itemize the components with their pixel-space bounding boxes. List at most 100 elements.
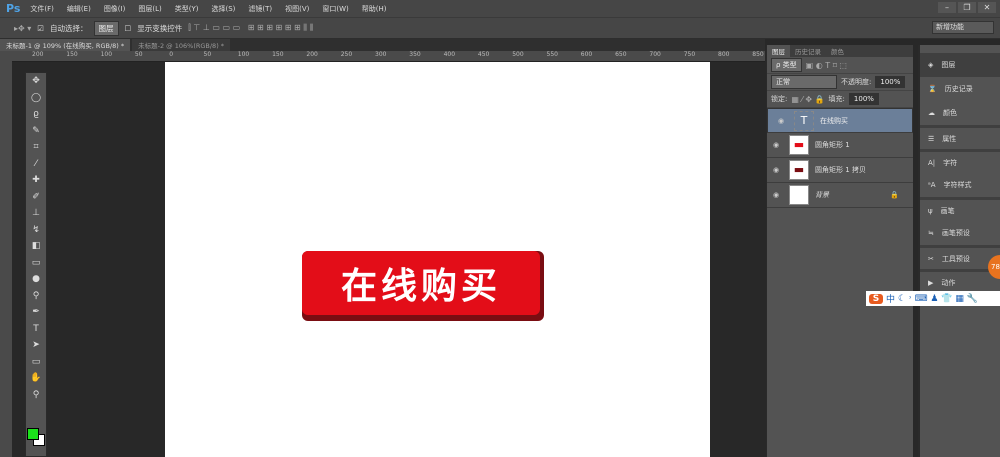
dock-character[interactable]: A| 字符 (920, 149, 1000, 173)
close-button[interactable]: ✕ (978, 2, 996, 13)
brush-tool-icon[interactable]: ✐ (26, 189, 46, 206)
layer-row[interactable]: ◉ 背景 🔒 (767, 183, 913, 208)
zoom-tool-icon[interactable]: ⚲ (26, 387, 46, 404)
auto-select-label: 自动选择： (50, 23, 88, 33)
quick-select-tool-icon[interactable]: ✎ (26, 123, 46, 140)
move-tool-icon[interactable]: ✥ (26, 73, 46, 90)
history-brush-icon[interactable]: ↯ (26, 222, 46, 239)
menu-type[interactable]: 类型(Y) (175, 4, 199, 14)
visibility-eye-icon[interactable]: ◉ (772, 117, 790, 125)
transform-checkbox[interactable]: ☐ (125, 24, 132, 33)
layer-name: 圆角矩形 1 拷贝 (815, 166, 866, 174)
minimize-button[interactable]: – (938, 2, 956, 13)
move-tool-icon[interactable]: ▸✥ ▾ (14, 24, 31, 33)
menu-image[interactable]: 图像(I) (104, 4, 126, 14)
dock-brush-presets[interactable]: ≒ 画笔预设 (920, 221, 1000, 245)
layer-row[interactable]: ◉ ▬ 圆角矩形 1 拷贝 (767, 158, 913, 183)
type-tool-icon[interactable]: T (26, 321, 46, 338)
tools-panel: ✥ ◯ ϱ ✎ ⌗ ⁄ ✚ ✐ ⊥ ↯ ◧ ▭ ● ⚲ ✒ T ➤ ▭ ✋ ⚲ (25, 72, 47, 457)
marquee-tool-icon[interactable]: ◯ (26, 90, 46, 107)
ime-mode[interactable]: 中 (886, 292, 895, 305)
restore-button[interactable]: ❐ (958, 2, 976, 13)
dock-brush[interactable]: ψ 画笔 (920, 197, 1000, 221)
ime-tool-icons[interactable]: ☾ ˒ ⌨ ♟ 👕 ▦ 🔧 (898, 294, 978, 304)
fill-input[interactable]: 100% (848, 93, 879, 105)
filter-icons[interactable]: ▣ ◐ T ⌑ ⬚ (806, 61, 847, 70)
tab-document-1[interactable]: 未标题-1 @ 109% (在线购买, RGB/8) * (0, 39, 131, 51)
shape-tool-icon[interactable]: ▭ (26, 354, 46, 371)
layer-name: 圆角矩形 1 (815, 141, 850, 149)
menu-filter[interactable]: 滤镜(T) (248, 4, 272, 14)
ruler-tick-label: 300 (375, 51, 387, 58)
opacity-input[interactable]: 100% (875, 76, 906, 88)
ruler-tick-label: 850 (752, 51, 764, 58)
auto-select-checkbox[interactable]: ☑ (37, 24, 44, 33)
workspace-dropdown[interactable]: 新增功能 (932, 21, 994, 34)
menu-bar: Ps 文件(F) 编辑(E) 图像(I) 图层(L) 类型(Y) 选择(S) 滤… (0, 0, 1000, 17)
blur-tool-icon[interactable]: ● (26, 271, 46, 288)
ruler-tick-label: 700 (649, 51, 661, 58)
layer-filter-dropdown[interactable]: ρ 类型 (771, 58, 802, 72)
ruler-tick-label: 750 (683, 51, 696, 58)
lock-icon: 🔒 (890, 191, 899, 199)
path-select-tool-icon[interactable]: ➤ (26, 337, 46, 354)
tab-layers[interactable]: 图层 (767, 45, 790, 57)
menu-select[interactable]: 选择(S) (211, 4, 235, 14)
hand-tool-icon[interactable]: ✋ (26, 370, 46, 387)
tab-history[interactable]: 历史记录 (790, 45, 826, 57)
document-canvas[interactable]: 在线购买 (165, 62, 710, 457)
crop-tool-icon[interactable]: ⌗ (26, 139, 46, 156)
dock-actions[interactable]: ▶ 动作 (920, 269, 1000, 293)
lock-label: 锁定: (771, 95, 788, 103)
blend-mode-dropdown[interactable]: 正常 (771, 75, 837, 89)
healing-tool-icon[interactable]: ✚ (26, 172, 46, 189)
visibility-eye-icon[interactable]: ◉ (767, 191, 785, 199)
button-shape: 在线购买 (302, 251, 540, 315)
dock-layers[interactable]: ◈ 图层 (920, 53, 1000, 77)
dock-history[interactable]: ⌛ 历史记录 (920, 77, 1000, 101)
layers-panel: 图层 历史记录 颜色 ρ 类型 ▣ ◐ T ⌑ ⬚ 正常 不透明度: 100% … (766, 45, 913, 457)
menu-file[interactable]: 文件(F) (30, 4, 54, 14)
ruler-tick-label: 350 (409, 51, 421, 58)
options-bar: ▸✥ ▾ ☑ 自动选择： 图层 ☐ 显示变换控件 ⫿ ⊤ ⊥ ▭ ▭ ▭ ⊞ ⊞… (0, 17, 1000, 39)
ruler-tick-label: 100 (100, 51, 113, 58)
align-icons[interactable]: ⫿ ⊤ ⊥ ▭ ▭ ▭ ⊞ ⊞ ⊞ ⊞ ⊞ ⊞ ⫼ ⫼ (188, 23, 313, 33)
visibility-eye-icon[interactable]: ◉ (767, 166, 785, 174)
menu-edit[interactable]: 编辑(E) (67, 4, 91, 14)
gradient-tool-icon[interactable]: ▭ (26, 255, 46, 272)
collapsed-panel-dock: ◈ 图层 ⌛ 历史记录 ☁ 颜色 ☰ 属性 A| 字符 ᵃA 字符样式 ψ 画笔 ≒ 画笔预设 … (918, 45, 1000, 457)
button-text: 在线购买 (340, 266, 501, 307)
foreground-color[interactable] (27, 428, 39, 440)
ruler-tick-label: 50 (203, 51, 212, 58)
layer-row[interactable]: ◉ ▬ 圆角矩形 1 (767, 133, 913, 158)
lock-icons[interactable]: ▦ ⁄ ✥ 🔒 (791, 95, 824, 104)
brush-icon: ψ (928, 206, 933, 215)
buy-online-button-graphic: 在线购买 (302, 251, 544, 321)
color-icon: ☁ (928, 109, 935, 117)
menu-layer[interactable]: 图层(L) (138, 4, 161, 14)
dock-character-styles[interactable]: ᵃA 字符样式 (920, 173, 1000, 197)
tab-document-2[interactable]: 未标题-2 @ 106%(RGB/8) * (132, 39, 231, 51)
dock-color[interactable]: ☁ 颜色 (920, 101, 1000, 125)
layers-icon: ◈ (928, 61, 934, 69)
menu-view[interactable]: 视图(V) (285, 4, 309, 14)
eyedropper-tool-icon[interactable]: ⁄ (26, 156, 46, 173)
pen-tool-icon[interactable]: ✒ (26, 304, 46, 321)
dock-properties[interactable]: ☰ 属性 (920, 125, 1000, 149)
ruler-tick-label: 50 (134, 51, 143, 58)
menu-help[interactable]: 帮助(H) (362, 4, 387, 14)
ruler-tick-label: 550 (546, 51, 558, 58)
eraser-tool-icon[interactable]: ◧ (26, 238, 46, 255)
layer-row[interactable]: ◉ T 在线购买 (767, 108, 913, 133)
ime-toolbar[interactable]: S 中 ☾ ˒ ⌨ ♟ 👕 ▦ 🔧 (866, 291, 1000, 306)
tab-color[interactable]: 颜色 (826, 45, 849, 57)
visibility-eye-icon[interactable]: ◉ (767, 141, 785, 149)
auto-select-dropdown[interactable]: 图层 (93, 20, 119, 36)
ruler-tick-label: 200 (32, 51, 44, 58)
sogou-logo: S (869, 293, 883, 304)
menu-window[interactable]: 窗口(W) (322, 4, 348, 14)
ruler-tick-label: 150 (272, 51, 284, 58)
stamp-tool-icon[interactable]: ⊥ (26, 205, 46, 222)
dodge-tool-icon[interactable]: ⚲ (26, 288, 46, 305)
lasso-tool-icon[interactable]: ϱ (26, 106, 46, 123)
